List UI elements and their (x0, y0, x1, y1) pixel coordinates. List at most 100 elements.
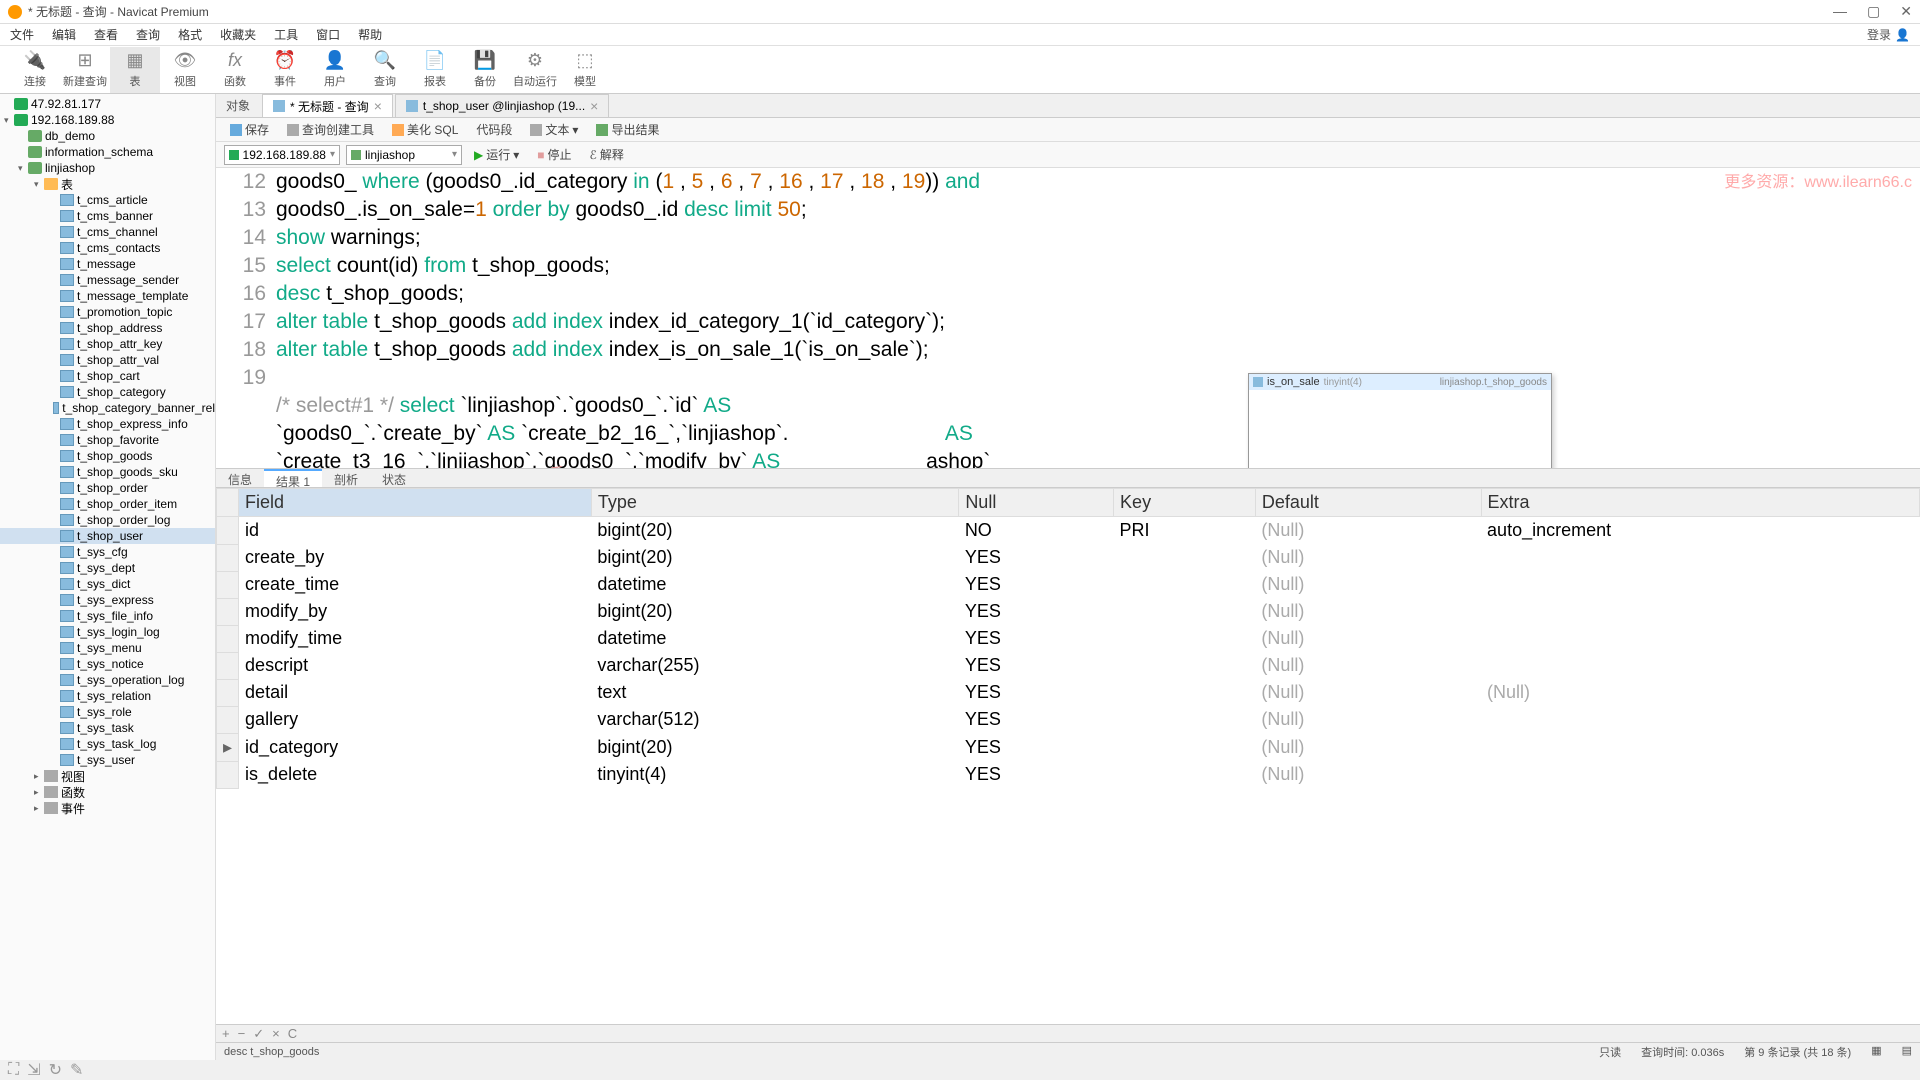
tree-item[interactable]: t_promotion_topic (0, 304, 215, 320)
delete-row-button[interactable]: − (238, 1026, 246, 1041)
tree-item[interactable]: t_sys_notice (0, 656, 215, 672)
menu-format[interactable]: 格式 (178, 26, 202, 43)
tree-item[interactable]: t_cms_banner (0, 208, 215, 224)
grid-cell[interactable] (1114, 652, 1256, 679)
grid-cell[interactable]: varchar(512) (591, 706, 958, 733)
grid-cell[interactable]: id_category (239, 733, 592, 761)
tb-query[interactable]: 🔍查询 (360, 47, 410, 93)
run-button[interactable]: ▶运行 ▾ (468, 146, 525, 163)
tree-item[interactable]: t_sys_file_info (0, 608, 215, 624)
tree-item[interactable]: t_sys_dict (0, 576, 215, 592)
add-row-button[interactable]: + (222, 1026, 230, 1041)
grid-cell[interactable]: (Null) (1255, 761, 1481, 788)
tree-item[interactable]: t_shop_attr_key (0, 336, 215, 352)
grid-cell[interactable]: (Null) (1255, 598, 1481, 625)
grid-cell[interactable] (1481, 761, 1919, 788)
grid-cell[interactable]: id (239, 517, 592, 545)
grid-cell[interactable]: PRI (1114, 517, 1256, 545)
tree-item[interactable]: db_demo (0, 128, 215, 144)
grid-cell[interactable]: bigint(20) (591, 733, 958, 761)
tree-item[interactable]: t_cms_contacts (0, 240, 215, 256)
edit-icon[interactable]: ✎ (70, 1060, 83, 1080)
close-icon[interactable]: × (590, 98, 598, 114)
tree-item[interactable]: t_shop_express_info (0, 416, 215, 432)
tb-newquery[interactable]: ⊞新建查询 (60, 47, 110, 93)
grid-cell[interactable]: create_time (239, 571, 592, 598)
grid-cell[interactable] (1114, 625, 1256, 652)
grid-cell[interactable]: (Null) (1255, 544, 1481, 571)
grid-cell[interactable]: NO (959, 517, 1114, 545)
grid-cell[interactable]: (Null) (1255, 706, 1481, 733)
grid-cell[interactable] (1114, 733, 1256, 761)
grid-cell[interactable]: (Null) (1255, 652, 1481, 679)
grid-cell[interactable]: (Null) (1481, 679, 1919, 706)
tb-model[interactable]: ⬚模型 (560, 47, 610, 93)
column-header[interactable]: Extra (1481, 489, 1919, 517)
grid-cell[interactable]: auto_increment (1481, 517, 1919, 545)
tree-item[interactable]: ▸事件 (0, 800, 215, 816)
grid-cell[interactable]: YES (959, 679, 1114, 706)
segment-button[interactable]: 代码段 (470, 119, 518, 140)
autocomplete-popup[interactable]: is_on_sale tinyint(4) linjiashop.t_shop_… (1248, 373, 1552, 468)
apply-button[interactable]: ✓ (253, 1026, 264, 1042)
tab-table-shop-user[interactable]: t_shop_user @linjiashop (19...× (395, 94, 609, 117)
grid-cell[interactable]: bigint(20) (591, 598, 958, 625)
tree-item[interactable]: ▾192.168.189.88 (0, 112, 215, 128)
sidebar[interactable]: 47.92.81.177▾192.168.189.88db_demoinform… (0, 94, 216, 1060)
grid-cell[interactable]: bigint(20) (591, 544, 958, 571)
tree-item[interactable]: ▾linjiashop (0, 160, 215, 176)
grid-cell[interactable] (1481, 706, 1919, 733)
database-select[interactable]: linjiashop▾ (346, 145, 462, 165)
column-header[interactable]: Field (239, 489, 592, 517)
builder-button[interactable]: 查询创建工具 (281, 119, 380, 140)
grid-cell[interactable]: datetime (591, 571, 958, 598)
tree-item[interactable]: t_cms_article (0, 192, 215, 208)
collapse-icon[interactable]: ⇲ (27, 1060, 40, 1080)
stop-button[interactable]: ■停止 (531, 146, 577, 163)
tree-item[interactable]: t_sys_task (0, 720, 215, 736)
menu-help[interactable]: 帮助 (358, 26, 382, 43)
tb-view[interactable]: 👁视图 (160, 47, 210, 93)
minimize-button[interactable]: — (1833, 3, 1847, 20)
column-header[interactable]: Default (1255, 489, 1481, 517)
grid-cell[interactable] (1114, 761, 1256, 788)
tree-item[interactable]: t_sys_operation_log (0, 672, 215, 688)
close-button[interactable]: ✕ (1900, 3, 1912, 20)
tree-item[interactable]: t_shop_favorite (0, 432, 215, 448)
text-button[interactable]: 文本 ▾ (524, 119, 584, 140)
tree-item[interactable]: t_shop_cart (0, 368, 215, 384)
tree-item[interactable]: t_shop_goods_sku (0, 464, 215, 480)
grid-cell[interactable]: (Null) (1255, 679, 1481, 706)
autocomplete-item[interactable]: is_on_sale tinyint(4) linjiashop.t_shop_… (1249, 374, 1551, 390)
login-button[interactable]: 登录 👤 (1867, 26, 1910, 43)
form-view-icon[interactable]: ▤ (1902, 1044, 1912, 1060)
grid-cell[interactable] (1481, 652, 1919, 679)
tree-item[interactable]: t_sys_role (0, 704, 215, 720)
close-icon[interactable]: × (374, 98, 382, 114)
grid-cell[interactable] (1481, 733, 1919, 761)
tree-item[interactable]: t_cms_channel (0, 224, 215, 240)
tree-item[interactable]: ▾表 (0, 176, 215, 192)
refresh-icon[interactable]: ↻ (49, 1060, 62, 1080)
tree-item[interactable]: t_shop_order_log (0, 512, 215, 528)
menu-window[interactable]: 窗口 (316, 26, 340, 43)
grid-cell[interactable] (1481, 571, 1919, 598)
tree-item[interactable]: t_message_template (0, 288, 215, 304)
grid-cell[interactable]: YES (959, 652, 1114, 679)
grid-cell[interactable]: YES (959, 706, 1114, 733)
rtab-status[interactable]: 状态 (370, 469, 418, 487)
tree-item[interactable]: t_shop_category_banner_rel (0, 400, 215, 416)
grid-cell[interactable]: YES (959, 571, 1114, 598)
tree-item[interactable]: 47.92.81.177 (0, 96, 215, 112)
tree-item[interactable]: t_message_sender (0, 272, 215, 288)
save-button[interactable]: 保存 (224, 119, 275, 140)
result-grid[interactable]: FieldTypeNullKeyDefaultExtraidbigint(20)… (216, 488, 1920, 1024)
tb-event[interactable]: ⏰事件 (260, 47, 310, 93)
grid-cell[interactable]: tinyint(4) (591, 761, 958, 788)
cancel-button[interactable]: × (272, 1026, 280, 1041)
explain-button[interactable]: ℰ解释 (584, 146, 630, 163)
grid-cell[interactable]: create_by (239, 544, 592, 571)
menu-tools[interactable]: 工具 (274, 26, 298, 43)
grid-view-icon[interactable]: ▦ (1871, 1044, 1881, 1060)
grid-cell[interactable]: descript (239, 652, 592, 679)
